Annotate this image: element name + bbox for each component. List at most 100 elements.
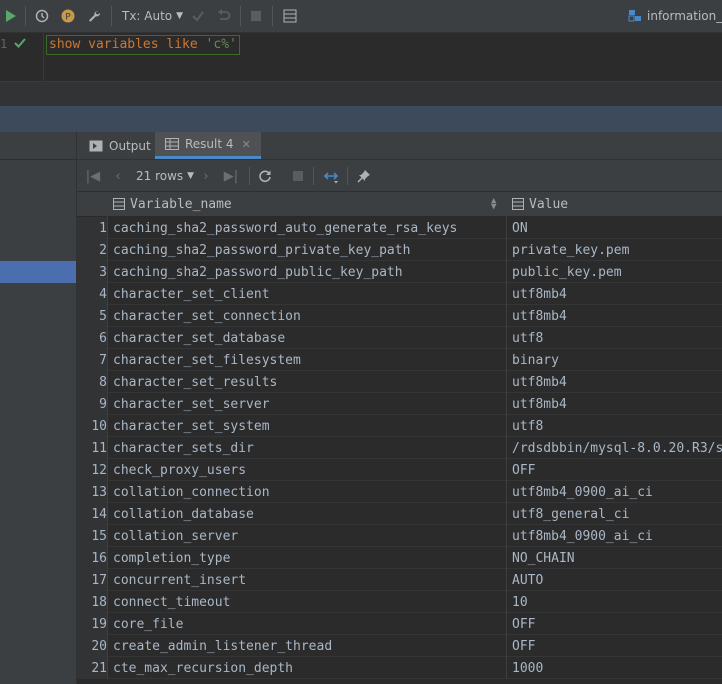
table-row[interactable]: 12 check_proxy_users OFF [77, 459, 722, 481]
cell-value[interactable]: AUTO [512, 569, 722, 591]
table-row[interactable]: 8 character_set_results utf8mb4 [77, 371, 722, 393]
cell-value[interactable]: binary [512, 349, 722, 371]
cell-variable-name[interactable]: core_file [113, 613, 505, 635]
cell-value[interactable]: utf8mb4 [512, 305, 722, 327]
rollback-icon[interactable] [214, 6, 234, 26]
cell-variable-name[interactable]: check_proxy_users [113, 459, 505, 481]
cell-value[interactable]: utf8mb4 [512, 371, 722, 393]
schema-selector[interactable]: information_sc [628, 7, 722, 25]
table-row[interactable]: 11 character_sets_dir/rdsdbbin/mysql-8.0.… [77, 437, 722, 459]
tab-result-4[interactable]: Result 4 ✕ [155, 132, 261, 159]
table-row[interactable]: 14 collation_database utf8_general_ci [77, 503, 722, 525]
result-grid[interactable]: Variable_name ▲ ▼ Value 1 caching_sha2_pas… [77, 192, 722, 684]
cell-value[interactable]: utf8mb4 [512, 283, 722, 305]
cell-variable-name[interactable]: concurrent_insert [113, 569, 505, 591]
run-icon[interactable] [0, 6, 20, 26]
cell-variable-name[interactable]: caching_sha2_password_auto_generate_rsa_… [113, 217, 505, 239]
table-row[interactable]: 3 caching_sha2_password_public_key_path pu… [77, 261, 722, 283]
cell-variable-name[interactable]: completion_type [113, 547, 505, 569]
cell-value[interactable]: utf8 [512, 327, 722, 349]
row-number: 7 [77, 349, 107, 371]
sql-editor[interactable]: 1 show variables like 'c%' [0, 33, 722, 81]
table-row[interactable]: 2 caching_sha2_password_private_key_path p… [77, 239, 722, 261]
table-row[interactable]: 9 character_set_server utf8mb4 [77, 393, 722, 415]
last-page-icon[interactable]: ▶| [221, 166, 241, 186]
stop-icon[interactable] [288, 166, 308, 186]
refresh-icon[interactable] [255, 166, 275, 186]
database-icon [628, 10, 641, 22]
cell-value[interactable]: OFF [512, 459, 722, 481]
table-row[interactable]: 21 cte_max_recursion_depth 1000 [77, 657, 722, 679]
row-number: 15 [77, 525, 107, 547]
cell-value[interactable]: OFF [512, 635, 722, 657]
cell-variable-name[interactable]: cte_max_recursion_depth [113, 657, 505, 679]
cell-value[interactable]: OFF [512, 613, 722, 635]
cell-variable-name[interactable]: caching_sha2_password_private_key_path [113, 239, 505, 261]
table-row[interactable]: 15 collation_server utf8mb4_0900_ai_ci [77, 525, 722, 547]
column-header-variable-name[interactable]: Variable_name [113, 192, 232, 216]
cell-variable-name[interactable]: caching_sha2_password_public_key_path [113, 261, 505, 283]
cell-variable-name[interactable]: character_set_database [113, 327, 505, 349]
table-row[interactable]: 10 character_set_system utf8 [77, 415, 722, 437]
cell-value[interactable]: 1000 [512, 657, 722, 679]
next-page-icon[interactable]: › [196, 166, 216, 186]
settings-wrench-icon[interactable] [84, 6, 104, 26]
table-row[interactable]: 4 character_set_client utf8mb4 [77, 283, 722, 305]
rows-count-dropdown[interactable]: 21 rows ▼ [136, 168, 194, 184]
profile-icon[interactable]: P [58, 6, 78, 26]
table-row[interactable]: 7 character_set_filesystem binary [77, 349, 722, 371]
cell-variable-name[interactable]: character_set_client [113, 283, 505, 305]
cell-value[interactable]: /rdsdbbin/mysql-8.0.20.R3/s [512, 437, 722, 459]
cell-variable-name[interactable]: create_admin_listener_thread [113, 635, 505, 657]
pin-icon[interactable] [354, 166, 374, 186]
row-number: 1 [77, 217, 107, 239]
table-row[interactable]: 13 collation_connection utf8mb4_0900_ai_ci [77, 481, 722, 503]
row-number: 18 [77, 591, 107, 613]
cell-value[interactable]: utf8mb4 [512, 393, 722, 415]
column-header-label: Value [529, 196, 569, 212]
cell-variable-name[interactable]: connect_timeout [113, 591, 505, 613]
cell-value[interactable]: utf8mb4_0900_ai_ci [512, 525, 722, 547]
selected-tree-item[interactable] [0, 261, 76, 283]
table-row[interactable]: 20 create_admin_listener_thread OFF [77, 635, 722, 657]
history-icon[interactable] [32, 6, 52, 26]
first-page-icon[interactable]: |◀ [83, 166, 103, 186]
close-icon[interactable]: ✕ [242, 138, 251, 151]
cell-variable-name[interactable]: collation_database [113, 503, 505, 525]
grid-header: Variable_name ▲ ▼ Value [77, 192, 722, 217]
cell-variable-name[interactable]: character_set_filesystem [113, 349, 505, 371]
cell-value[interactable]: utf8 [512, 415, 722, 437]
cell-value[interactable]: ON [512, 217, 722, 239]
table-row[interactable]: 18 connect_timeout 10 [77, 591, 722, 613]
cell-variable-name[interactable]: character_set_system [113, 415, 505, 437]
table-row[interactable]: 1 caching_sha2_password_auto_generate_rsa… [77, 217, 722, 239]
sql-statement[interactable]: show variables like 'c%' [46, 35, 240, 55]
commit-icon[interactable] [188, 6, 208, 26]
table-row[interactable]: 16 completion_type NO_CHAIN [77, 547, 722, 569]
table-row[interactable]: 17 concurrent_insert AUTO [77, 569, 722, 591]
sort-icon[interactable]: ▲ ▼ [491, 197, 496, 212]
tab-output[interactable]: Output [89, 132, 151, 159]
cell-variable-name[interactable]: collation_server [113, 525, 505, 547]
cell-value[interactable]: 10 [512, 591, 722, 613]
table-row[interactable]: 5 character_set_connection utf8mb4 [77, 305, 722, 327]
column-header-value[interactable]: Value [512, 192, 568, 216]
cell-value[interactable]: utf8_general_ci [512, 503, 722, 525]
cell-variable-name[interactable]: character_sets_dir [113, 437, 505, 459]
previous-page-icon[interactable]: ‹ [108, 166, 128, 186]
compare-icon[interactable] [321, 166, 341, 186]
cell-variable-name[interactable]: character_set_results [113, 371, 505, 393]
output-grid-icon[interactable] [280, 6, 300, 26]
cell-variable-name[interactable]: collation_connection [113, 481, 505, 503]
cell-value[interactable]: NO_CHAIN [512, 547, 722, 569]
cell-value[interactable]: private_key.pem [512, 239, 722, 261]
row-number: 21 [77, 657, 107, 679]
table-row[interactable]: 19 core_file OFF [77, 613, 722, 635]
cell-variable-name[interactable]: character_set_connection [113, 305, 505, 327]
cell-value[interactable]: public_key.pem [512, 261, 722, 283]
stop-icon[interactable] [246, 6, 266, 26]
cell-variable-name[interactable]: character_set_server [113, 393, 505, 415]
cell-value[interactable]: utf8mb4_0900_ai_ci [512, 481, 722, 503]
table-row[interactable]: 6 character_set_database utf8 [77, 327, 722, 349]
transaction-mode-dropdown[interactable]: Tx: Auto ▼ [122, 7, 183, 25]
